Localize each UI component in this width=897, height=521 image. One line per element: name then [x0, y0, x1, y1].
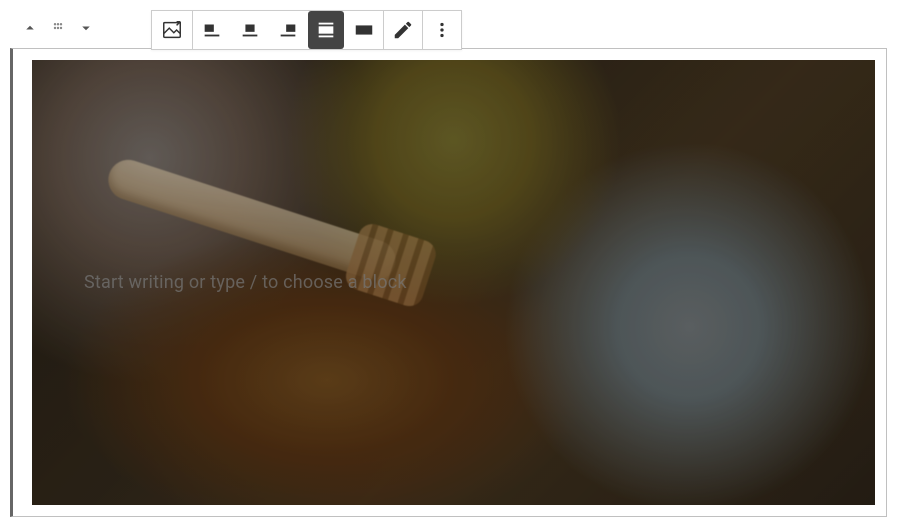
full-width-button[interactable] [346, 11, 382, 49]
align-left-icon [201, 19, 223, 41]
move-up-button[interactable] [20, 18, 40, 38]
move-down-button[interactable] [76, 18, 96, 38]
cover-placeholder-text[interactable]: Start writing or type / to choose a bloc… [32, 272, 407, 293]
editor-canvas: Start writing or type / to choose a bloc… [0, 0, 897, 521]
align-right-icon [277, 19, 299, 41]
pencil-icon [392, 19, 414, 41]
full-width-icon [353, 19, 375, 41]
toolbar-group-type [152, 11, 193, 49]
more-options-button[interactable] [424, 11, 460, 49]
toolbar-group-edit [384, 11, 423, 49]
wide-width-icon [315, 19, 337, 41]
align-center-icon [239, 19, 261, 41]
align-right-button[interactable] [270, 11, 306, 49]
chevron-down-icon [77, 19, 95, 37]
toolbar-group-align [193, 11, 384, 49]
cover-block[interactable]: Start writing or type / to choose a bloc… [32, 60, 875, 505]
block-toolbar [151, 10, 462, 50]
wide-width-button[interactable] [308, 11, 344, 49]
align-center-button[interactable] [232, 11, 268, 49]
edit-button[interactable] [385, 11, 421, 49]
cover-block-icon [161, 19, 183, 41]
drag-icon [49, 19, 67, 37]
more-vertical-icon [431, 19, 453, 41]
block-mover [20, 18, 96, 38]
toolbar-group-more [423, 11, 461, 49]
chevron-up-icon [21, 19, 39, 37]
drag-handle[interactable] [48, 18, 68, 38]
align-left-button[interactable] [194, 11, 230, 49]
block-type-button[interactable] [153, 11, 191, 49]
